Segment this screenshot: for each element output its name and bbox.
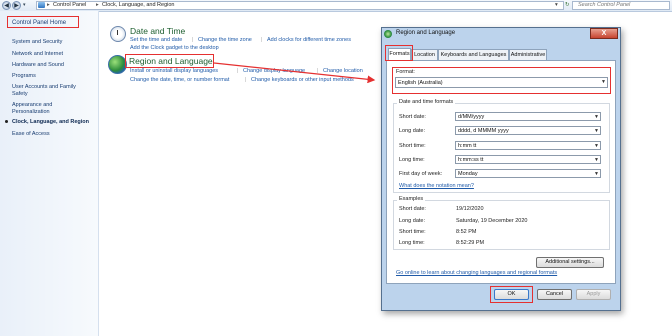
chevron-down-icon: ▼ <box>594 143 599 149</box>
apply-button[interactable]: Apply <box>576 289 611 300</box>
go-online-link[interactable]: Go online to learn about changing langua… <box>396 270 557 276</box>
long-date-value: dddd, d MMMM yyyy <box>458 128 509 134</box>
short-date-label: Short date: <box>399 114 426 120</box>
long-date-select[interactable]: dddd, d MMMM yyyy ▼ <box>455 126 601 135</box>
highlight-box-ok <box>490 286 533 303</box>
example-long-time-value: 8:52:29 PM <box>456 240 485 246</box>
highlight-box-format <box>392 67 611 94</box>
long-time-label: Long time: <box>399 157 425 163</box>
tab-administrative[interactable]: Administrative <box>509 49 547 60</box>
notation-help-link[interactable]: What does the notation mean? <box>399 183 474 189</box>
chevron-down-icon: ▼ <box>594 171 599 177</box>
examples-label: Examples <box>397 196 426 202</box>
first-day-label: First day of week: <box>399 171 443 177</box>
example-short-date-value: 19/12/2020 <box>456 206 484 212</box>
chevron-down-icon: ▼ <box>594 157 599 163</box>
long-time-value: h:mm:ss tt <box>458 157 484 163</box>
highlight-box-formats-tab <box>385 45 413 61</box>
example-long-date-value: Saturday, 19 December 2020 <box>456 218 528 224</box>
additional-settings-button[interactable]: Additional settings... <box>536 257 604 268</box>
date-time-formats-label: Date and time formats <box>397 99 456 105</box>
example-long-time-label: Long time: <box>399 240 425 246</box>
example-short-time-label: Short time: <box>399 229 426 235</box>
chevron-down-icon: ▼ <box>594 114 599 120</box>
first-day-select[interactable]: Monday ▼ <box>455 169 601 178</box>
short-time-value: h:mm tt <box>458 143 477 149</box>
dialog-title: Region and Language <box>396 30 456 36</box>
close-icon[interactable]: X <box>590 28 618 39</box>
example-short-time-value: 8:52 PM <box>456 229 477 235</box>
cancel-button[interactable]: Cancel <box>537 289 572 300</box>
first-day-value: Monday <box>458 171 478 177</box>
dialog-globe-icon <box>384 30 392 38</box>
example-short-date-label: Short date: <box>399 206 426 212</box>
short-date-value: d/MM/yyyy <box>458 114 485 120</box>
chevron-down-icon: ▼ <box>594 128 599 134</box>
tab-location[interactable]: Location <box>411 49 438 60</box>
long-time-select[interactable]: h:mm:ss tt ▼ <box>455 155 601 164</box>
short-time-label: Short time: <box>399 143 426 149</box>
short-date-select[interactable]: d/MM/yyyy ▼ <box>455 112 601 121</box>
tab-keyboards-languages[interactable]: Keyboards and Languages <box>438 49 509 60</box>
example-long-date-label: Long date: <box>399 218 425 224</box>
long-date-label: Long date: <box>399 128 425 134</box>
short-time-select[interactable]: h:mm tt ▼ <box>455 141 601 150</box>
